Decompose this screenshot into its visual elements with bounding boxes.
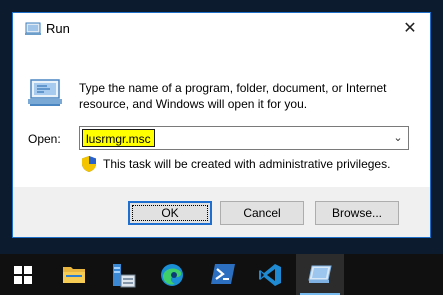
edge-icon: [161, 264, 183, 286]
dialog-description: Type the name of a program, folder, docu…: [79, 81, 387, 111]
taskbar-powershell[interactable]: [198, 254, 246, 295]
server-manager-icon: [113, 264, 136, 288]
taskbar-server-manager[interactable]: [98, 254, 146, 295]
chevron-down-icon[interactable]: ⌄: [388, 127, 408, 149]
ok-button[interactable]: OK: [128, 201, 212, 225]
close-button[interactable]: ✕: [390, 13, 430, 45]
run-icon: [308, 265, 332, 283]
focus-rectangle: [132, 205, 208, 221]
cancel-button[interactable]: Cancel: [220, 201, 304, 225]
taskbar-vscode[interactable]: [246, 254, 294, 295]
open-label: Open:: [28, 132, 61, 146]
vscode-icon: [259, 264, 281, 286]
run-dialog: Run ✕ Type the name of a program, folder…: [12, 12, 431, 238]
open-input[interactable]: lusrmgr.msc: [82, 129, 155, 147]
cancel-label: Cancel: [243, 206, 281, 220]
run-icon: [25, 22, 41, 35]
window-title: Run: [46, 21, 70, 36]
title-bar[interactable]: Run ✕: [13, 13, 430, 45]
taskbar-edge[interactable]: [148, 254, 196, 295]
folder-icon: [63, 267, 85, 283]
powershell-icon: [211, 264, 235, 284]
browse-label: Browse...: [331, 206, 382, 220]
browse-button[interactable]: Browse...: [315, 201, 399, 225]
taskbar-run[interactable]: [296, 254, 344, 295]
taskbar-file-explorer[interactable]: [50, 254, 98, 295]
uac-shield-icon: [82, 156, 96, 172]
admin-notice: This task will be created with administr…: [103, 157, 391, 171]
windows-logo-icon: [14, 266, 32, 284]
dialog-body: Type the name of a program, folder, docu…: [13, 45, 430, 187]
close-icon: ✕: [403, 20, 417, 37]
open-combobox[interactable]: lusrmgr.msc ⌄: [79, 126, 409, 150]
run-program-icon: [28, 79, 62, 106]
start-button[interactable]: [0, 254, 48, 295]
taskbar: [0, 254, 443, 295]
